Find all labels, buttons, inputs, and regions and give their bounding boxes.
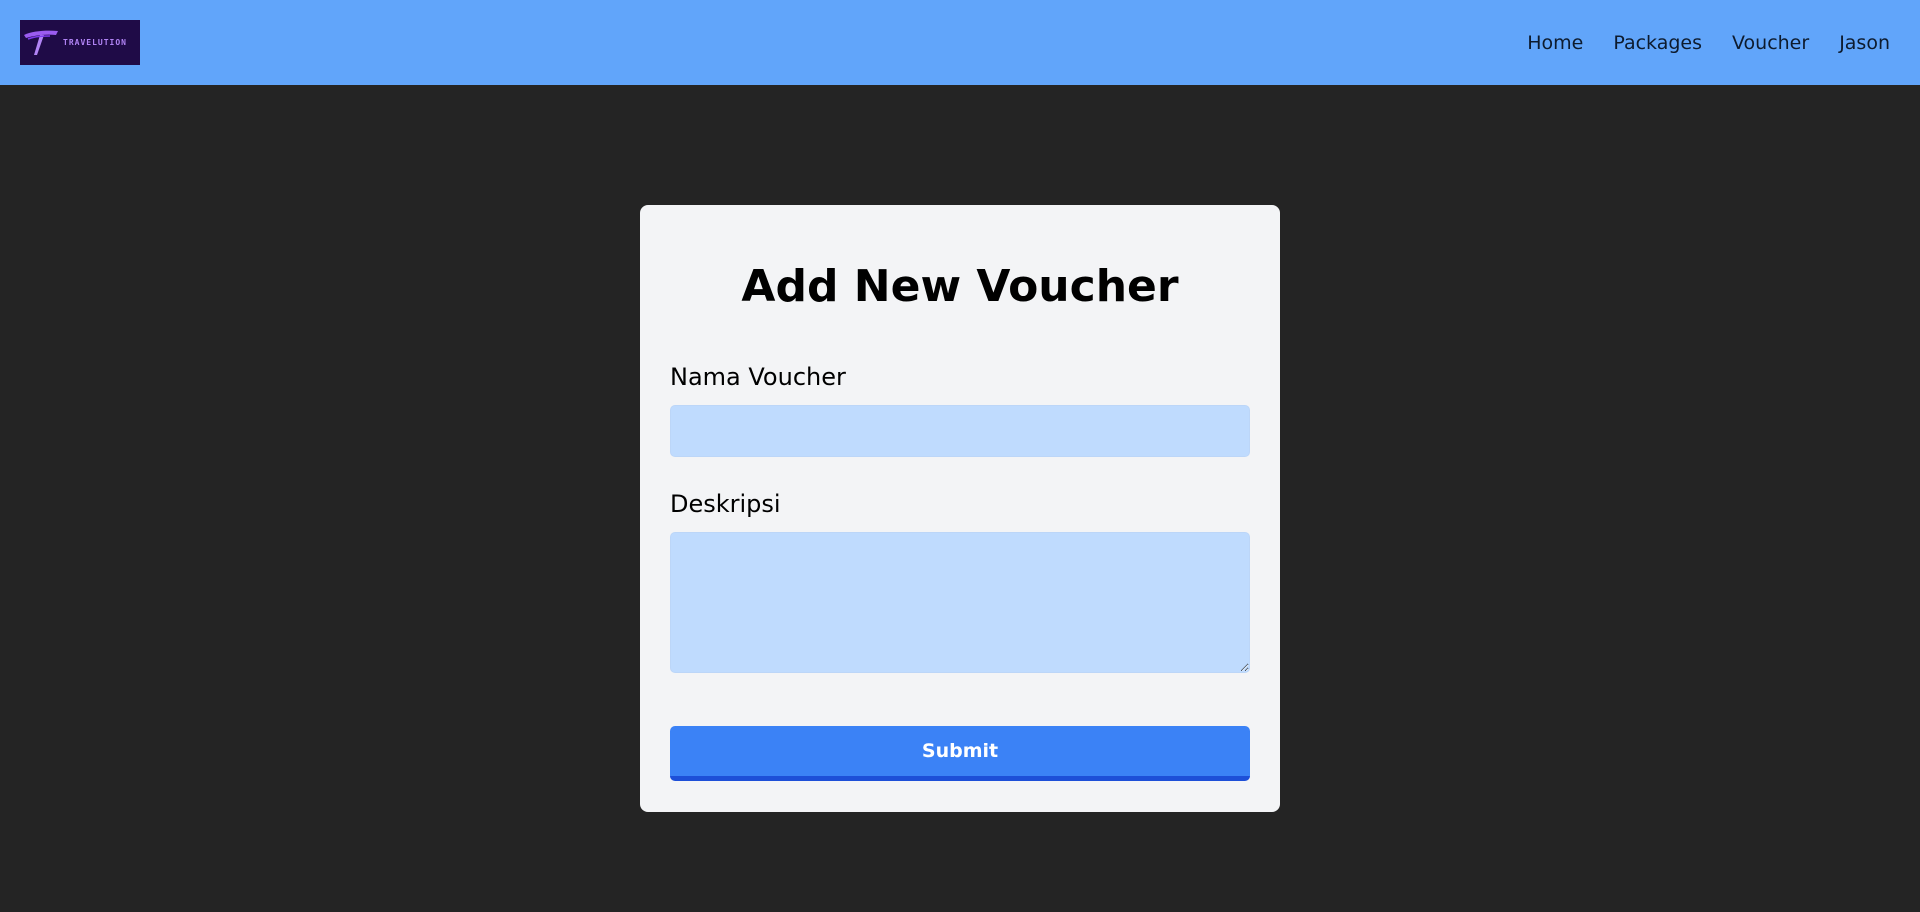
nama-voucher-input[interactable] xyxy=(670,405,1250,457)
deskripsi-label: Deskripsi xyxy=(670,490,781,518)
travelution-logo-icon xyxy=(20,27,60,59)
nav-link-voucher[interactable]: Voucher xyxy=(1732,32,1809,54)
page-title: Add New Voucher xyxy=(741,261,1179,312)
nav-link-packages[interactable]: Packages xyxy=(1613,32,1702,54)
main-nav: Home Packages Voucher Jason xyxy=(1527,0,1890,85)
brand-logo-text: TRAVELUTION xyxy=(63,38,127,47)
add-voucher-card: Add New Voucher Nama Voucher Deskripsi S… xyxy=(640,205,1280,812)
nav-link-home[interactable]: Home xyxy=(1527,32,1583,54)
deskripsi-textarea[interactable] xyxy=(670,532,1250,673)
nav-link-user-jason[interactable]: Jason xyxy=(1839,32,1890,54)
brand-logo[interactable]: TRAVELUTION xyxy=(20,20,140,65)
top-navbar: TRAVELUTION Home Packages Voucher Jason xyxy=(0,0,1920,85)
nama-voucher-label: Nama Voucher xyxy=(670,363,846,391)
submit-button[interactable]: Submit xyxy=(670,726,1250,781)
